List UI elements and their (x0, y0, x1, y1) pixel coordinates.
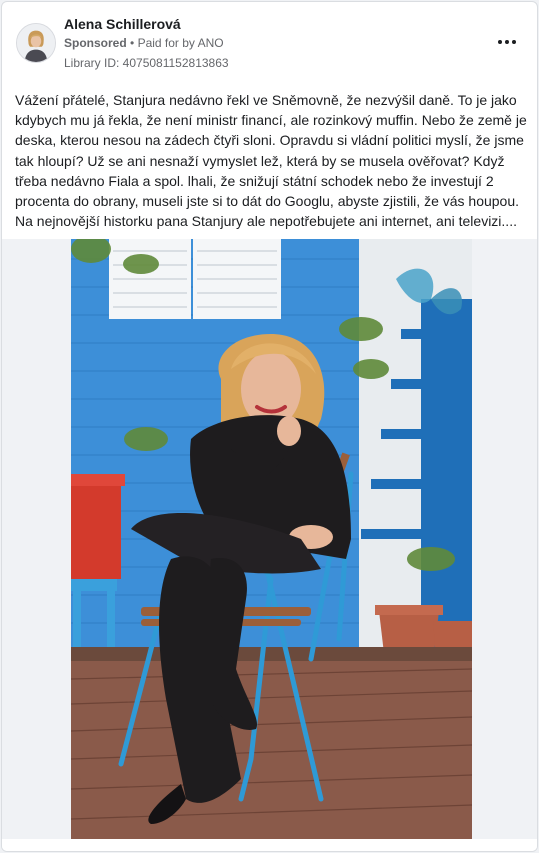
meta-separator: • (130, 36, 135, 50)
ad-photo[interactable] (71, 239, 472, 839)
post-header: Alena Schillerová Sponsored • Paid for b… (2, 2, 537, 78)
sponsored-line: Sponsored • Paid for by ANO (64, 36, 224, 50)
card-footer (2, 839, 537, 851)
profile-photo (17, 24, 55, 62)
avatar[interactable] (16, 23, 56, 63)
library-id: Library ID: 4075081152813863 (64, 56, 229, 70)
more-options-icon[interactable] (495, 30, 519, 54)
sponsored-label: Sponsored (64, 36, 127, 50)
media-container (2, 239, 537, 839)
advertiser-name[interactable]: Alena Schillerová (64, 16, 181, 32)
post-text: Vážení přátelé, Stanjura nedávno řekl ve… (15, 92, 527, 230)
paid-for-by: Paid for by ANO (137, 36, 224, 50)
ad-card: Alena Schillerová Sponsored • Paid for b… (1, 1, 538, 852)
